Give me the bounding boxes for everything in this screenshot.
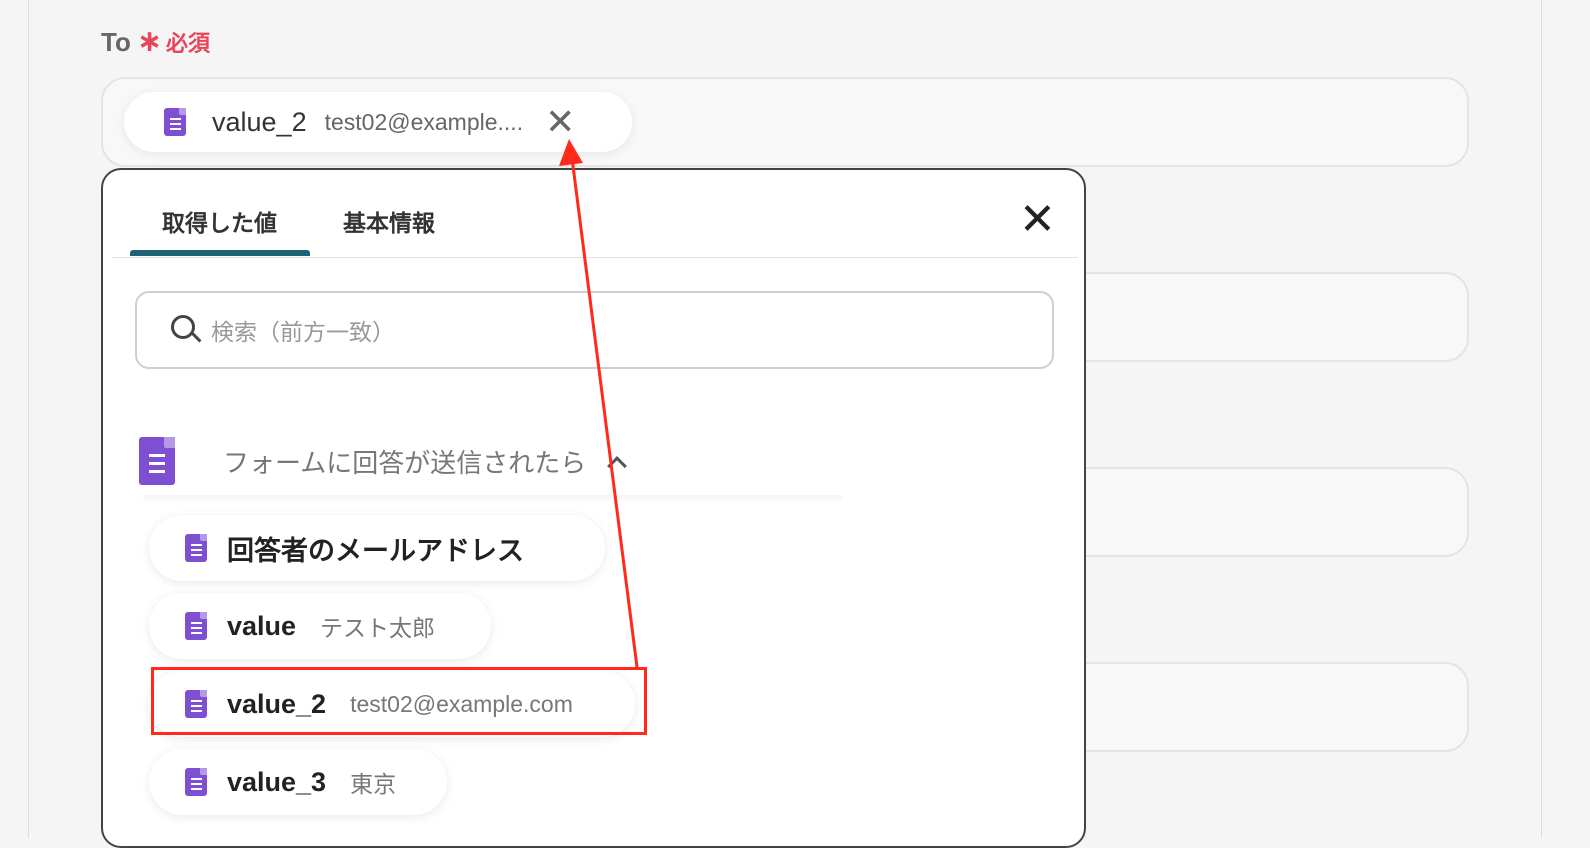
item-value: test02@example.com — [350, 690, 573, 717]
item-name: value — [227, 610, 297, 641]
form-doc-icon — [185, 612, 207, 640]
tab-basic-info[interactable]: 基本情報 — [343, 204, 435, 238]
item-name: value_3 — [227, 766, 327, 797]
list-item-value[interactable]: value テスト太郎 — [149, 593, 491, 659]
selected-value-chip[interactable]: value_2 test02@example.... ✕ — [124, 92, 632, 152]
to-field-label: To ∗ 必須 — [101, 24, 210, 59]
group-header-form-submitted[interactable]: フォームに回答が送信されたら — [139, 425, 839, 497]
close-icon[interactable]: ✕ — [545, 104, 575, 140]
list-item-value-3[interactable]: value_3 東京 — [149, 749, 447, 815]
form-doc-icon — [139, 437, 175, 485]
search-input[interactable]: 検索（前方一致） — [135, 291, 1054, 369]
item-name: value_2 — [227, 688, 327, 719]
chip-value: test02@example.... — [324, 108, 524, 135]
form-doc-icon — [164, 108, 186, 136]
item-value: 東京 — [350, 771, 397, 797]
group-title: フォームに回答が送信されたら — [223, 447, 587, 478]
chip-name: value_2 — [212, 106, 307, 137]
item-name: 回答者のメールアドレス — [227, 535, 524, 566]
form-doc-icon — [185, 690, 207, 718]
chevron-up-icon[interactable] — [607, 456, 628, 476]
active-tab-indicator — [130, 250, 310, 256]
value-picker-popup: 取得した値 基本情報 ✕ 検索（前方一致） フォームに回答が送信されたら 回答者… — [101, 168, 1086, 848]
list-item-respondent-email[interactable]: 回答者のメールアドレス — [149, 515, 605, 581]
form-doc-icon — [185, 534, 207, 562]
tabs-divider — [112, 257, 1078, 258]
list-item-value-2[interactable]: value_2 test02@example.com — [149, 671, 635, 737]
search-placeholder: 検索（前方一致） — [211, 319, 395, 345]
tab-acquired-values[interactable]: 取得した値 — [162, 204, 277, 238]
form-doc-icon — [185, 768, 207, 796]
list-fade-bar — [143, 495, 843, 503]
field-label-text: To — [101, 27, 131, 57]
item-value: テスト太郎 — [320, 615, 436, 641]
required-asterisk: ∗ — [136, 25, 162, 58]
search-icon — [171, 315, 202, 345]
popup-close-icon[interactable]: ✕ — [1019, 198, 1056, 242]
required-text: 必須 — [165, 31, 210, 56]
